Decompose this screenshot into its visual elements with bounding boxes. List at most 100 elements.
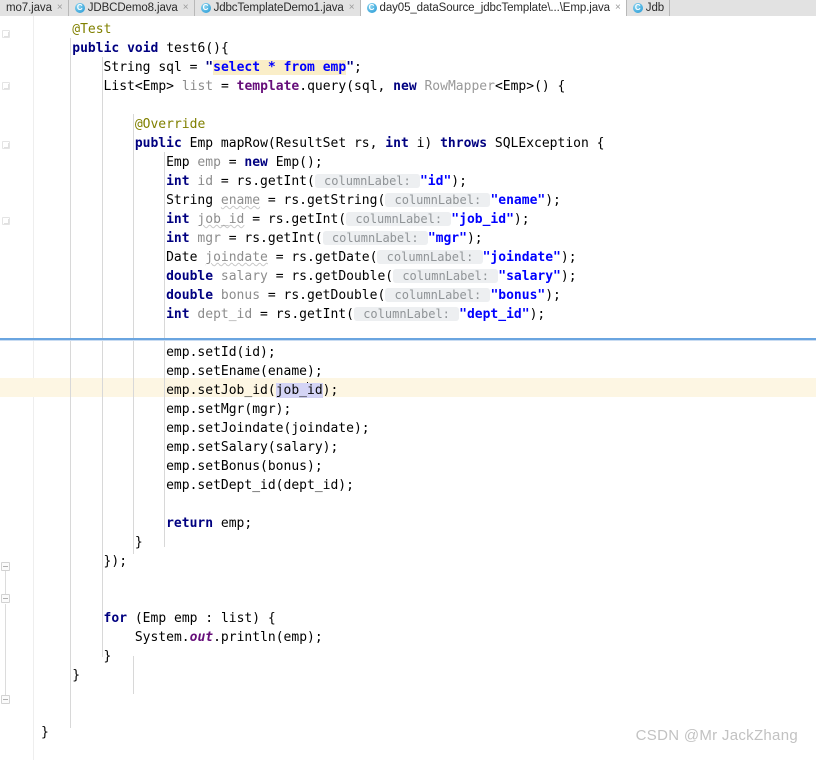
code-line[interactable]: int job_id = rs.getInt( columnLabel: "jo… bbox=[166, 210, 530, 229]
close-icon[interactable]: × bbox=[347, 0, 355, 16]
code-token: "id" bbox=[419, 174, 452, 189]
code-token: emp; bbox=[213, 516, 253, 531]
code-token: int bbox=[166, 231, 190, 246]
code-line[interactable]: double salary = rs.getDouble( columnLabe… bbox=[166, 267, 577, 286]
code-token: ); bbox=[545, 288, 561, 303]
code-token: columnLabel: bbox=[353, 307, 460, 321]
code-line[interactable]: String sql = "select * from emp"; bbox=[104, 58, 362, 77]
code-line[interactable]: } bbox=[135, 533, 143, 552]
code-line[interactable]: Emp emp = new Emp(); bbox=[166, 153, 323, 172]
code-line[interactable]: emp.setMgr(mgr); bbox=[166, 400, 291, 419]
java-class-icon: C bbox=[632, 3, 643, 13]
editor-tab-3[interactable]: Cday05_dataSource_jdbcTemplate\...\Emp.j… bbox=[360, 0, 627, 16]
code-token: = rs.getInt( bbox=[244, 212, 347, 227]
code-token: ); bbox=[513, 212, 530, 227]
code-token: ); bbox=[545, 193, 561, 208]
fold-region-marker-1[interactable] bbox=[2, 82, 10, 90]
java-class-icon: C bbox=[366, 3, 377, 13]
code-token: emp.setBonus(bonus); bbox=[166, 459, 323, 474]
code-editor[interactable]: @Test public void test6(){String sql = "s… bbox=[0, 16, 816, 760]
code-line[interactable]: emp.setJob_id(job_id); bbox=[166, 381, 338, 400]
code-line[interactable]: public Emp mapRow(ResultSet rs, int i) t… bbox=[135, 134, 605, 153]
code-line[interactable]: int id = rs.getInt( columnLabel: "id"); bbox=[166, 172, 467, 191]
code-line[interactable]: int dept_id = rs.getInt( columnLabel: "d… bbox=[166, 305, 545, 324]
fold-collapse-icon-0[interactable] bbox=[1, 562, 10, 571]
code-line[interactable]: } bbox=[104, 647, 112, 666]
code-line[interactable]: emp.setEname(ename); bbox=[166, 362, 323, 381]
code-token: emp.setJoindate(joindate); bbox=[166, 421, 370, 436]
fold-collapse-icon-1[interactable] bbox=[1, 594, 10, 603]
code-token: } bbox=[134, 535, 143, 550]
code-line[interactable]: List<Emp> list = template.query(sql, new… bbox=[104, 77, 566, 96]
close-icon[interactable]: × bbox=[55, 0, 63, 16]
editor-tab-4[interactable]: C Jdb bbox=[626, 0, 671, 16]
code-token: ); bbox=[560, 250, 577, 265]
code-line[interactable]: System.out.println(emp); bbox=[135, 628, 323, 647]
code-line[interactable]: }); bbox=[104, 552, 127, 571]
code-token: SQLException { bbox=[487, 136, 605, 151]
code-token: ); bbox=[466, 231, 483, 246]
code-token: = rs.getInt( bbox=[252, 307, 354, 322]
code-token: select * from emp bbox=[213, 60, 347, 75]
code-token: new bbox=[244, 155, 268, 170]
code-line[interactable]: emp.setSalary(salary); bbox=[166, 438, 338, 457]
code-line[interactable]: emp.setDept_id(dept_id); bbox=[166, 476, 354, 495]
close-icon[interactable]: × bbox=[181, 0, 189, 16]
code-token: = rs.getDouble( bbox=[267, 269, 394, 284]
code-line[interactable]: String ename = rs.getString( columnLabel… bbox=[166, 191, 561, 210]
code-text[interactable]: @Test public void test6(){String sql = "s… bbox=[0, 16, 816, 760]
code-token: id bbox=[197, 174, 214, 189]
code-line[interactable]: int mgr = rs.getInt( columnLabel: "mgr")… bbox=[166, 229, 483, 248]
code-token: } bbox=[72, 668, 81, 683]
java-class-icon: C bbox=[200, 3, 211, 13]
code-token: = rs.getString( bbox=[260, 193, 386, 208]
fold-collapse-icon-2[interactable] bbox=[1, 695, 10, 704]
code-token: int bbox=[166, 212, 190, 227]
code-token: columnLabel: bbox=[377, 250, 483, 264]
code-line[interactable]: } bbox=[72, 666, 80, 685]
code-token: .query(sql, bbox=[299, 79, 394, 94]
code-line[interactable]: for (Emp emp : list) { bbox=[104, 609, 276, 628]
code-token: = rs.getInt( bbox=[213, 174, 315, 189]
code-token: id bbox=[307, 383, 323, 398]
code-line[interactable]: } bbox=[41, 723, 49, 742]
code-token: " bbox=[346, 60, 355, 75]
code-token: Date bbox=[166, 250, 206, 265]
code-line[interactable]: emp.setId(id); bbox=[166, 343, 276, 362]
code-line[interactable]: Date joindate = rs.getDate( columnLabel:… bbox=[166, 248, 577, 267]
editor-tab-2[interactable]: C JdbcTemplateDemo1.java × bbox=[194, 0, 361, 16]
code-line[interactable]: @Override bbox=[135, 115, 205, 134]
editor-tab-1[interactable]: C JDBCDemo8.java × bbox=[68, 0, 195, 16]
code-token: job_id bbox=[197, 212, 245, 227]
code-line[interactable]: double bonus = rs.getDouble( columnLabel… bbox=[166, 286, 561, 305]
code-line[interactable]: emp.setJoindate(joindate); bbox=[166, 419, 370, 438]
code-token: emp.setMgr(mgr); bbox=[166, 402, 292, 417]
code-token: columnLabel: bbox=[314, 174, 420, 188]
fold-region-marker-0[interactable] bbox=[2, 30, 10, 38]
code-line[interactable]: return emp; bbox=[166, 514, 252, 533]
code-token: ); bbox=[322, 383, 339, 398]
code-line[interactable]: public void test6(){ bbox=[72, 39, 229, 58]
code-token: columnLabel: bbox=[346, 212, 452, 226]
code-token: " bbox=[205, 60, 214, 75]
code-token: public bbox=[134, 136, 182, 151]
close-icon[interactable]: × bbox=[613, 0, 621, 16]
code-token: } bbox=[41, 725, 49, 740]
fold-region-marker-3[interactable] bbox=[2, 217, 10, 225]
code-token: ename bbox=[220, 193, 261, 208]
code-token: public bbox=[72, 41, 120, 56]
code-line[interactable]: emp.setBonus(bonus); bbox=[166, 457, 323, 476]
watermark-label: CSDN @Mr JackZhang bbox=[635, 727, 798, 744]
editor-tab-0[interactable]: mo7.java × bbox=[0, 0, 69, 16]
code-line[interactable]: @Test bbox=[72, 20, 111, 39]
code-token: job_ bbox=[275, 383, 307, 398]
code-token: "ename" bbox=[490, 193, 546, 208]
editor-tab-label: JdbcTemplateDemo1.java bbox=[213, 2, 344, 14]
minus-icon bbox=[3, 598, 8, 599]
minus-icon bbox=[3, 699, 8, 700]
code-token: columnLabel: bbox=[322, 231, 428, 245]
code-token: Emp(); bbox=[267, 155, 323, 170]
fold-region-marker-2[interactable] bbox=[2, 141, 10, 149]
